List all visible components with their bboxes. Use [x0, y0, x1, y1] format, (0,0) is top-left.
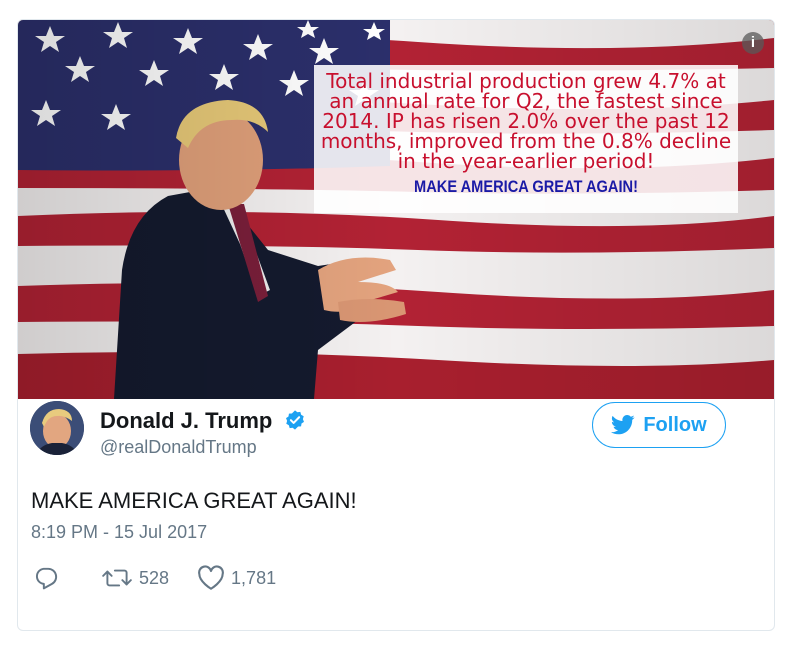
author-name[interactable]: Donald J. Trump — [100, 408, 306, 434]
verified-badge-icon — [286, 410, 305, 430]
info-icon[interactable]: i — [742, 32, 764, 54]
retweet-count: 528 — [139, 567, 170, 588]
reply-icon — [35, 567, 58, 590]
caption-line: in the year-earlier period! — [397, 149, 655, 173]
retweet-icon — [102, 569, 132, 587]
caption-line: Total industrial production grew 4.7% at — [326, 69, 726, 93]
twitter-bird-icon — [611, 415, 635, 435]
image-caption-text: Total industrial production grew 4.7% at… — [314, 71, 738, 171]
like-count: 1,781 — [231, 567, 277, 588]
caption-line: months, improved from the 0.8% decline — [320, 129, 732, 153]
caption-line: an annual rate for Q2, the fastest since — [329, 89, 723, 113]
author-name-text[interactable]: Donald J. Trump — [100, 408, 272, 433]
retweet-button[interactable]: 528 — [101, 565, 169, 591]
tweet-text: MAKE AMERICA GREAT AGAIN! — [31, 488, 357, 513]
follow-label: Follow — [643, 413, 707, 436]
avatar[interactable] — [30, 401, 84, 455]
caption-line: 2014. IP has risen 2.0% over the past 12 — [322, 109, 730, 133]
tweet-actions: 528 1,781 — [33, 565, 276, 591]
like-button[interactable]: 1,781 — [197, 565, 276, 591]
reply-button[interactable] — [33, 565, 59, 591]
image-caption-box: Total industrial production grew 4.7% at… — [314, 65, 738, 213]
tweet-timestamp[interactable]: 8:19 PM - 15 Jul 2017 — [31, 522, 207, 543]
follow-button[interactable]: Follow — [592, 402, 726, 448]
tweet-image[interactable]: i Total industrial production grew 4.7% … — [18, 20, 774, 399]
author-handle[interactable]: @realDonaldTrump — [100, 437, 257, 458]
image-slogan: MAKE AMERICA GREAT AGAIN! — [414, 177, 638, 196]
heart-icon — [198, 565, 224, 590]
